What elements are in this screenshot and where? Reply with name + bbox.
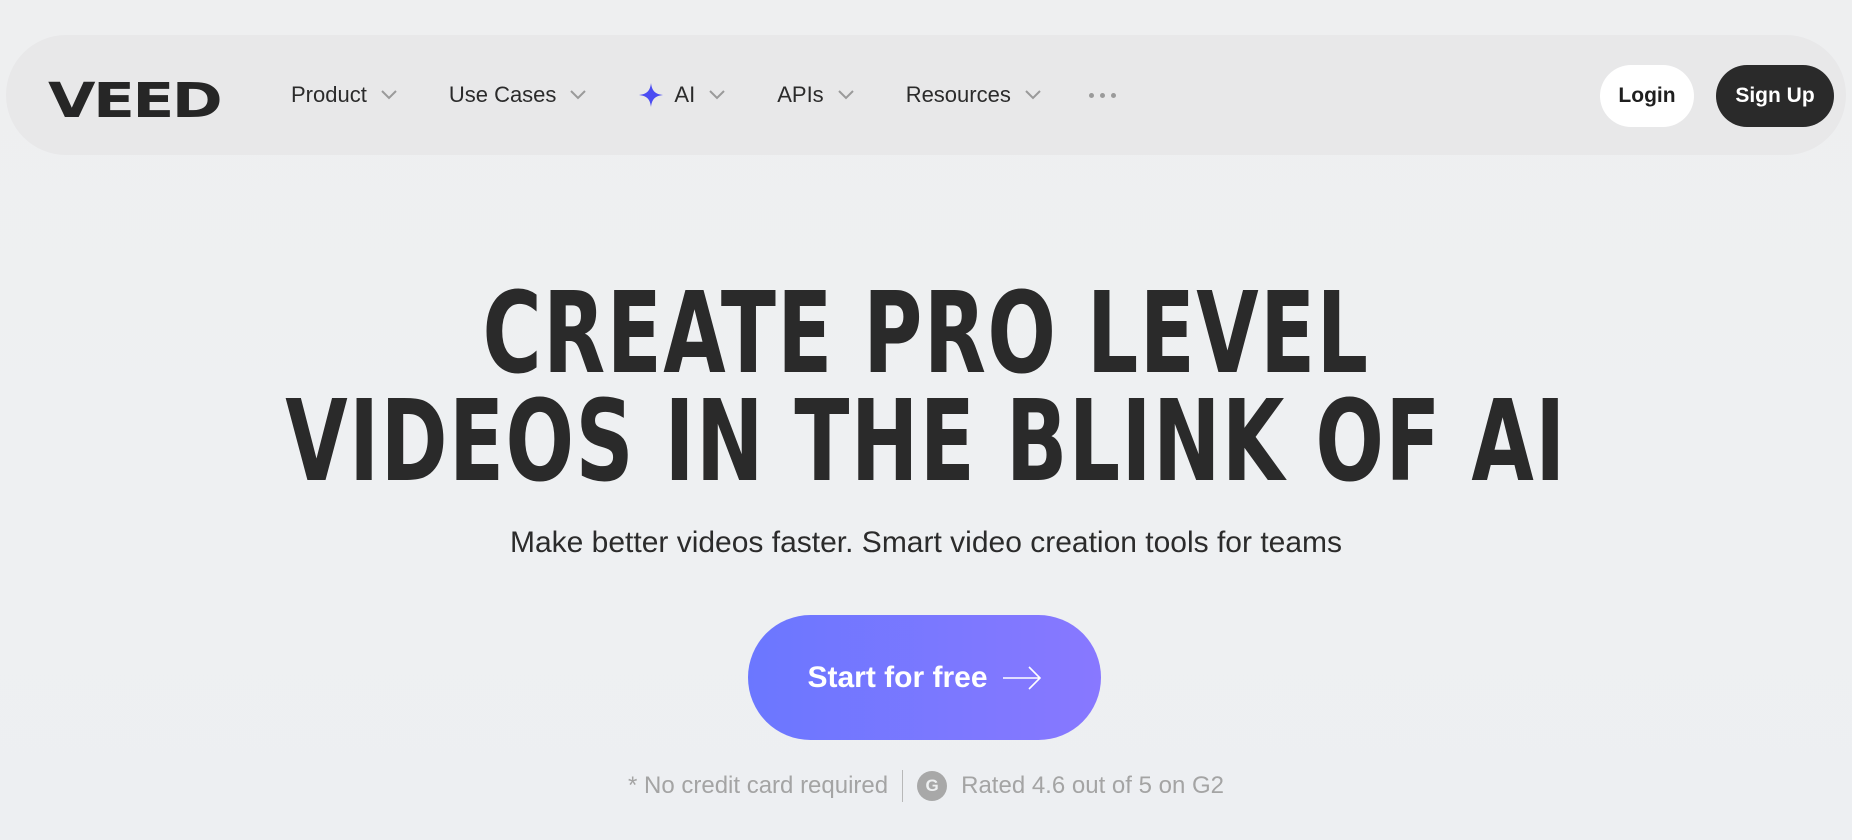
veed-logo[interactable]: VEED [48,77,223,125]
no-credit-card-note: * No credit card required [628,772,889,799]
g2-logo-icon: G [917,771,948,801]
nav-item-label: AI [674,82,696,107]
signup-button[interactable]: Sign Up [1716,65,1834,127]
nav-item-apis[interactable]: APIs [777,82,854,108]
navbar: VEED Product Use Cases AI APIs Resources… [6,35,1846,155]
more-dots-icon[interactable] [1088,92,1116,98]
sparkle-icon [639,83,664,107]
start-for-free-button[interactable]: Start for free [748,615,1101,740]
login-button[interactable]: Login [1600,65,1694,127]
arrow-right-icon [1002,665,1041,690]
hero-title: CREATE PRO LEVEL VIDEOS IN THE BLINK OF … [0,269,1852,507]
nav-item-product[interactable]: Product [291,82,397,108]
hero-footnote: * No credit card required G Rated 4.6 ou… [0,770,1852,802]
main-nav: Product Use Cases AI APIs Resources [291,35,1116,155]
nav-item-label: Use Cases [448,82,557,107]
chevron-down-icon [381,90,397,100]
hero-title-line-1: CREATE PRO LEVEL [482,269,1370,399]
nav-item-resources[interactable]: Resources [906,82,1041,108]
chevron-down-icon [709,90,725,100]
nav-item-use-cases[interactable]: Use Cases [449,82,587,108]
nav-item-ai[interactable]: AI [638,82,725,108]
chevron-down-icon [570,90,587,100]
hero-subtitle: Make better videos faster. Smart video c… [509,526,1343,559]
divider [902,770,904,802]
nav-item-label: Resources [905,82,1011,107]
rating-note: Rated 4.6 out of 5 on G2 [961,772,1224,799]
chevron-down-icon [837,90,854,100]
chevron-down-icon [1025,90,1041,100]
hero-title-line-2: VIDEOS IN THE BLINK OF AI [285,377,1567,507]
nav-item-label: APIs [777,82,824,107]
nav-item-label: Product [291,82,367,107]
page: VEED Product Use Cases AI APIs Resources… [0,0,1852,840]
cta-label: Start for free [807,660,988,694]
